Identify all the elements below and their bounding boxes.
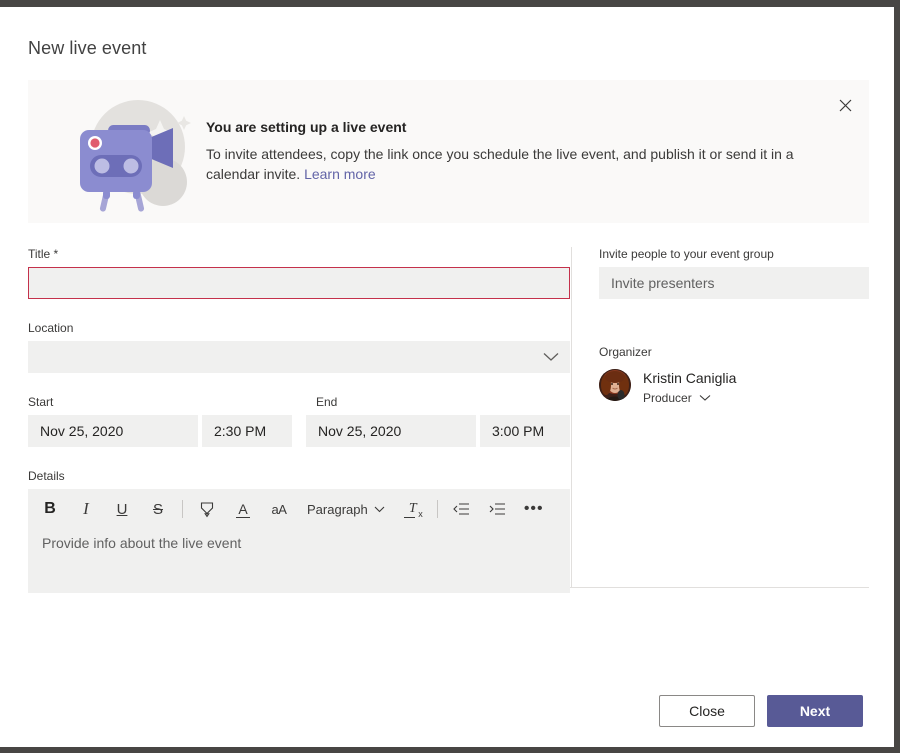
datetime-labels: Start End <box>28 395 570 415</box>
datetime-field-group: Start End Nov 25, 2020 2:30 PM Nov 25, 2… <box>28 395 570 447</box>
organizer-row: Kristin Caniglia Producer <box>599 369 869 405</box>
invite-people-label: Invite people to your event group <box>599 247 774 261</box>
avatar[interactable] <box>599 369 631 401</box>
chevron-down-icon <box>543 352 559 362</box>
more-options-icon[interactable]: ••• <box>520 495 548 523</box>
chevron-down-icon <box>699 394 711 402</box>
chevron-down-icon <box>374 506 385 513</box>
details-field-group: Details B I U S A aA Paragraph T x ••• P… <box>28 469 570 593</box>
organizer-name: Kristin Caniglia <box>643 370 737 386</box>
increase-indent-icon[interactable] <box>484 495 512 523</box>
location-label: Location <box>28 321 74 335</box>
banner-text-block: You are setting up a live event To invit… <box>206 119 816 184</box>
new-live-event-window: New live event You are setting up a live… <box>0 0 900 753</box>
underline-icon[interactable]: U <box>108 495 136 523</box>
organizer-label: Organizer <box>599 345 652 359</box>
organizer-role-label: Producer <box>643 391 692 405</box>
toolbar-divider-2 <box>436 500 438 518</box>
dialog-footer: Close Next <box>659 695 863 727</box>
location-select[interactable] <box>28 341 570 373</box>
end-group: Nov 25, 2020 3:00 PM <box>306 415 570 447</box>
highlight-icon[interactable] <box>193 495 221 523</box>
start-date-input[interactable]: Nov 25, 2020 <box>28 415 198 447</box>
details-textarea[interactable]: Provide info about the live event <box>42 535 558 551</box>
datetime-inputs: Nov 25, 2020 2:30 PM Nov 25, 2020 3:00 P… <box>28 415 570 447</box>
start-group: Nov 25, 2020 2:30 PM <box>28 415 292 447</box>
window-chrome-right <box>894 7 900 747</box>
datetime-spacer <box>292 415 306 447</box>
strikethrough-icon[interactable]: S <box>144 495 172 523</box>
organizer-block: Organizer Kristin Caniglia Producer <box>599 345 869 405</box>
learn-more-link[interactable]: Learn more <box>304 166 376 182</box>
details-label: Details <box>28 469 65 483</box>
banner-heading: You are setting up a live event <box>206 119 407 135</box>
details-toolbar: B I U S A aA Paragraph T x ••• <box>28 489 570 529</box>
title-label: Title * <box>28 247 59 261</box>
page-title: New live event <box>28 38 147 58</box>
banner-body-text: To invite attendees, copy the link once … <box>206 146 794 182</box>
window-chrome-bottom <box>0 747 900 753</box>
decrease-indent-icon[interactable] <box>448 495 476 523</box>
invite-presenters-input[interactable]: Invite presenters <box>599 267 869 299</box>
toolbar-divider-1 <box>182 500 183 518</box>
close-button[interactable]: Close <box>659 695 755 727</box>
start-label: Start <box>28 395 54 409</box>
title-field-group: Title * <box>28 247 570 299</box>
info-banner: You are setting up a live event To invit… <box>28 80 869 223</box>
title-input[interactable] <box>28 267 570 299</box>
form-right-column: Invite people to your event group Invite… <box>599 247 869 405</box>
banner-body: To invite attendees, copy the link once … <box>206 144 806 184</box>
font-color-icon[interactable]: A <box>229 495 257 523</box>
italic-icon[interactable]: I <box>72 495 100 523</box>
end-label: End <box>316 395 338 409</box>
video-camera-tripod-illustration <box>46 92 221 212</box>
organizer-role-dropdown[interactable]: Producer <box>643 391 736 405</box>
end-time-input[interactable]: 3:00 PM <box>480 415 570 447</box>
close-icon[interactable] <box>832 92 858 118</box>
font-size-icon[interactable]: aA <box>265 495 293 523</box>
organizer-details: Kristin Caniglia Producer <box>643 369 736 405</box>
clear-formatting-icon[interactable]: T x <box>399 495 427 523</box>
start-time-input[interactable]: 2:30 PM <box>202 415 292 447</box>
details-editor: B I U S A aA Paragraph T x ••• Provide i… <box>28 489 570 593</box>
location-field-group: Location <box>28 321 570 373</box>
bold-icon[interactable]: B <box>36 495 64 523</box>
column-divider <box>571 247 572 587</box>
paragraph-style-dropdown[interactable]: Paragraph <box>301 496 391 522</box>
next-button[interactable]: Next <box>767 695 863 727</box>
end-date-input[interactable]: Nov 25, 2020 <box>306 415 476 447</box>
window-chrome-top <box>0 0 900 7</box>
dialog-canvas: New live event You are setting up a live… <box>0 7 894 747</box>
paragraph-style-label: Paragraph <box>307 501 368 517</box>
